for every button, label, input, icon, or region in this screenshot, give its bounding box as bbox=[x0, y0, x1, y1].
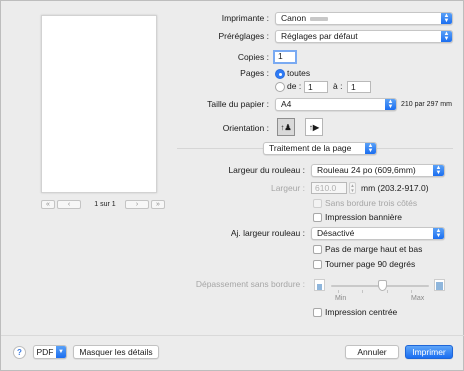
pages-all-radio[interactable] bbox=[275, 69, 285, 79]
hide-details-button[interactable]: Masquer les détails bbox=[73, 345, 159, 359]
fit-roll-value: Désactivé bbox=[317, 228, 355, 238]
fit-roll-popup[interactable]: Désactivé ▲ ▼ bbox=[311, 227, 445, 240]
roll-width-label: Largeur du rouleau : bbox=[228, 165, 305, 175]
pages-from-field[interactable]: 1 bbox=[304, 81, 328, 93]
print-dialog: « ‹ 1 sur 1 › » Imprimante : Canon ▲ ▼ Pr… bbox=[0, 0, 464, 371]
paper-size-dims: 210 par 297 mm bbox=[401, 101, 452, 108]
slider-tick bbox=[411, 290, 412, 293]
printer-popup[interactable]: Canon ▲ ▼ bbox=[275, 12, 453, 25]
chevron-updown-icon: ▲ ▼ bbox=[385, 99, 396, 110]
chevron-updown-icon: ▲ ▼ bbox=[433, 228, 444, 239]
pages-to-label: à : bbox=[333, 81, 343, 91]
width-unit: mm (203.2-917.0) bbox=[361, 183, 429, 193]
copies-label: Copies : bbox=[237, 52, 269, 62]
page-counter: 1 sur 1 bbox=[94, 201, 116, 208]
slider-tick bbox=[338, 290, 339, 293]
pdf-menu-button[interactable]: PDF ▼ bbox=[33, 345, 67, 359]
chevron-updown-icon: ▲ ▼ bbox=[365, 143, 376, 154]
rotate-90-checkbox[interactable] bbox=[313, 260, 322, 269]
paper-size-label: Taille du papier : bbox=[207, 99, 269, 109]
pdf-label: PDF bbox=[36, 347, 54, 357]
width-field[interactable]: 610.0 bbox=[311, 182, 347, 194]
cancel-button[interactable]: Annuler bbox=[345, 345, 399, 359]
center-print-checkbox[interactable] bbox=[313, 308, 322, 317]
width-label: Largeur : bbox=[270, 183, 305, 193]
presets-value: Réglages par défaut bbox=[281, 31, 358, 41]
help-button[interactable]: ? bbox=[13, 346, 26, 359]
width-stepper[interactable]: ▲ ▼ bbox=[349, 182, 356, 194]
portrait-icon: ↑♟ bbox=[280, 122, 292, 132]
paper-size-popup[interactable]: A4 ▲ ▼ bbox=[275, 98, 397, 111]
overflow-label: Dépassement sans bordure : bbox=[195, 279, 305, 289]
prev-page-button[interactable]: ‹ bbox=[57, 200, 81, 209]
overflow-min-label: Min bbox=[335, 295, 347, 302]
pages-all-label: toutes bbox=[287, 68, 311, 78]
portrait-orientation-button[interactable]: ↑♟ bbox=[277, 118, 295, 136]
pages-from-label: de : bbox=[287, 81, 302, 91]
section-popup[interactable]: Traitement de la page ▲ ▼ bbox=[263, 142, 377, 155]
footer-separator bbox=[1, 335, 464, 336]
pages-range-radio[interactable] bbox=[275, 82, 285, 92]
next-page-button[interactable]: › bbox=[125, 200, 149, 209]
print-button[interactable]: Imprimer bbox=[405, 345, 453, 359]
borderless-three-label: Sans bordure trois côtés bbox=[325, 198, 418, 208]
overflow-max-icon bbox=[434, 279, 445, 291]
section-value: Traitement de la page bbox=[269, 143, 352, 153]
roll-width-value: Rouleau 24 po (609,6mm) bbox=[317, 165, 416, 175]
landscape-orientation-button[interactable]: ↑▶ bbox=[305, 118, 323, 136]
slider-tick bbox=[362, 290, 363, 293]
chevron-down-icon: ▼ bbox=[56, 346, 66, 358]
no-margin-label: Pas de marge haut et bas bbox=[325, 244, 423, 254]
printer-label: Imprimante : bbox=[221, 13, 269, 23]
no-margin-checkbox[interactable] bbox=[313, 245, 322, 254]
presets-label: Préréglages : bbox=[218, 31, 269, 41]
orientation-label: Orientation : bbox=[222, 123, 269, 133]
roll-width-popup[interactable]: Rouleau 24 po (609,6mm) ▲ ▼ bbox=[311, 164, 445, 177]
paper-size-value: A4 bbox=[281, 99, 292, 109]
overflow-slider-knob[interactable] bbox=[378, 280, 387, 291]
center-print-label: Impression centrée bbox=[325, 307, 398, 317]
pages-label: Pages : bbox=[240, 68, 269, 78]
landscape-icon: ↑▶ bbox=[308, 122, 320, 132]
borderless-three-checkbox[interactable] bbox=[313, 199, 322, 208]
first-page-button[interactable]: « bbox=[41, 200, 55, 209]
overflow-min-icon bbox=[314, 279, 325, 291]
presets-popup[interactable]: Réglages par défaut ▲ ▼ bbox=[275, 30, 453, 43]
banner-print-checkbox[interactable] bbox=[313, 213, 322, 222]
fit-roll-label: Aj. largeur rouleau : bbox=[230, 228, 305, 238]
banner-print-label: Impression bannière bbox=[325, 212, 403, 222]
printer-name-redacted bbox=[310, 17, 328, 21]
slider-tick bbox=[387, 290, 388, 293]
chevron-updown-icon: ▲ ▼ bbox=[433, 165, 444, 176]
copies-field[interactable]: 1 bbox=[273, 50, 297, 64]
printer-value: Canon bbox=[281, 13, 307, 23]
chevron-updown-icon: ▲ ▼ bbox=[441, 13, 452, 24]
pages-to-field[interactable]: 1 bbox=[347, 81, 371, 93]
page-preview bbox=[41, 15, 157, 193]
chevron-updown-icon: ▲ ▼ bbox=[441, 31, 452, 42]
rotate-90-label: Tourner page 90 degrés bbox=[325, 259, 416, 269]
overflow-max-label: Max bbox=[411, 295, 425, 302]
last-page-button[interactable]: » bbox=[151, 200, 165, 209]
